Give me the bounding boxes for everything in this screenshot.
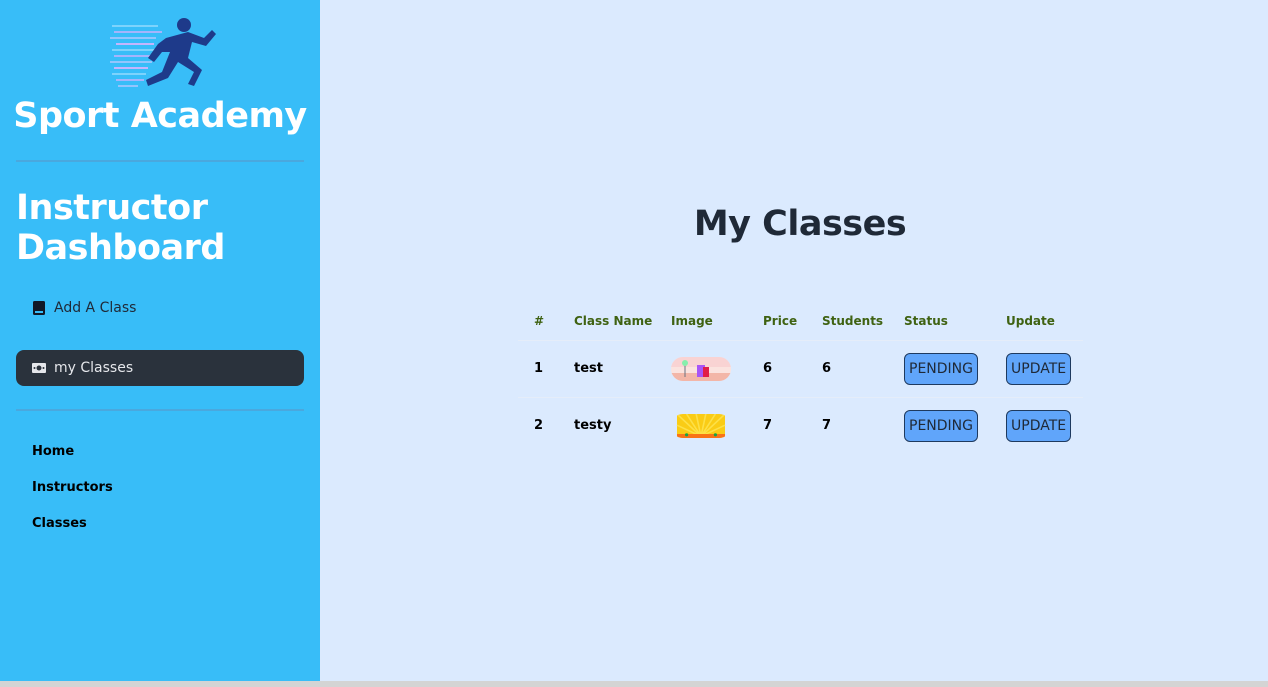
sidebar-item-my-classes[interactable]: my Classes [16, 350, 304, 386]
sidebar-divider [16, 409, 304, 411]
page-title: My Classes [693, 204, 907, 244]
column-header-class-name: Class Name [574, 313, 653, 328]
cell-index: 2 [518, 396, 558, 454]
column-header-update: Update [1006, 313, 1055, 328]
table-header-row: # Class Name Image Price Students Status… [518, 302, 1083, 340]
horizontal-scrollbar[interactable] [0, 681, 1268, 687]
status-pending-button[interactable]: PENDING [904, 409, 978, 442]
cell-index: 1 [518, 339, 558, 397]
cell-class-name: test [558, 339, 655, 397]
runner-logo-icon [110, 18, 216, 87]
money-icon [32, 361, 46, 375]
dashboard-title: Instructor Dashboard [16, 188, 225, 268]
sidebar-item-label: Add A Class [54, 300, 137, 316]
nav-link-classes[interactable]: Classes [32, 516, 87, 531]
cell-status: PENDING [888, 339, 990, 397]
dashboard-title-line1: Instructor [16, 188, 208, 228]
column-header-price: Price [763, 313, 798, 328]
status-pending-button[interactable]: PENDING [904, 352, 978, 385]
table-row: 1 test 6 6 PENDING UPDATE [518, 339, 1083, 397]
column-header-index: # [534, 313, 545, 328]
cell-students: 7 [806, 396, 888, 454]
cell-price: 7 [747, 396, 806, 454]
sidebar-item-label: my Classes [54, 360, 134, 376]
book-icon [32, 301, 46, 315]
sunburst-thumbnail-icon [676, 413, 726, 438]
cell-update: UPDATE [990, 396, 1083, 454]
sidebar-divider [16, 160, 304, 162]
table-row: 2 testy 7 7 PENDING UPDATE [518, 396, 1083, 454]
cell-status: PENDING [888, 396, 990, 454]
column-header-students: Students [822, 313, 884, 328]
dashboard-title-line2: Dashboard [16, 228, 225, 268]
column-header-image: Image [671, 313, 713, 328]
sidebar: Sport Academy Instructor Dashboard Add A… [0, 0, 320, 681]
cell-update: UPDATE [990, 339, 1083, 397]
landscape-thumbnail-icon [671, 356, 731, 381]
cell-price: 6 [747, 339, 806, 397]
classes-table: # Class Name Image Price Students Status… [518, 302, 1083, 454]
nav-link-instructors[interactable]: Instructors [32, 480, 113, 495]
brand-title: Sport Academy [13, 96, 307, 136]
sidebar-item-add-class[interactable]: Add A Class [16, 290, 304, 326]
update-button[interactable]: UPDATE [1006, 352, 1072, 385]
cell-image [655, 396, 747, 454]
nav-link-home[interactable]: Home [32, 444, 74, 459]
cell-students: 6 [806, 339, 888, 397]
column-header-status: Status [904, 313, 948, 328]
update-button[interactable]: UPDATE [1006, 409, 1072, 442]
cell-class-name: testy [558, 396, 655, 454]
cell-image [655, 339, 747, 397]
